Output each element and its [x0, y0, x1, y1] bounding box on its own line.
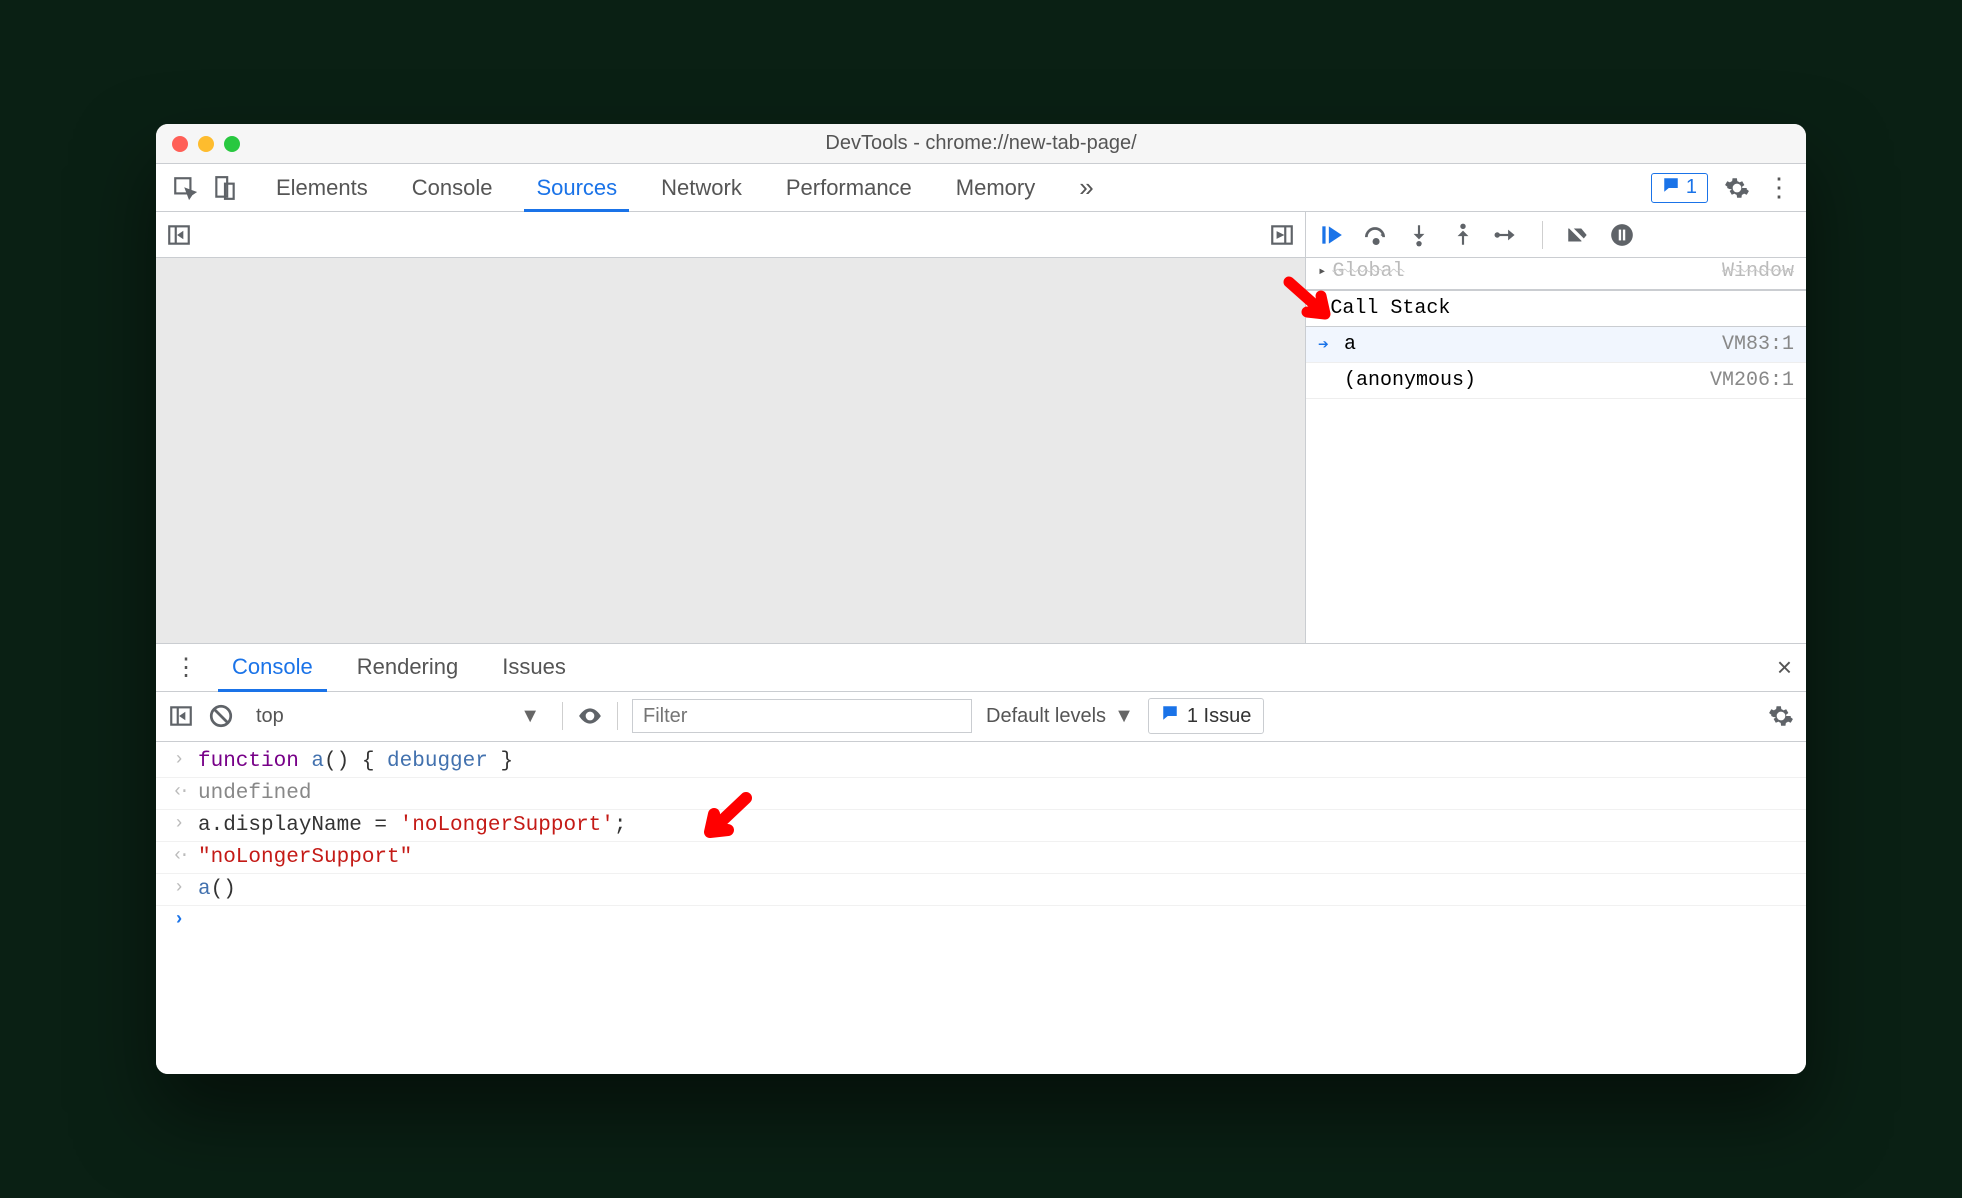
- pause-on-exceptions-icon[interactable]: [1609, 222, 1635, 248]
- call-stack-header[interactable]: ▼ Call Stack: [1306, 290, 1806, 327]
- deactivate-breakpoints-icon[interactable]: [1565, 222, 1591, 248]
- context-label: top: [256, 705, 284, 728]
- devtools-window: DevTools - chrome://new-tab-page/ Elemen…: [156, 124, 1806, 1074]
- main-tabstrip: ElementsConsoleSourcesNetworkPerformance…: [156, 164, 1806, 212]
- separator: [1542, 221, 1543, 249]
- log-levels-label: Default levels: [986, 705, 1106, 728]
- tab-memory[interactable]: Memory: [934, 164, 1057, 211]
- output-chevron-icon: ‹·: [170, 846, 188, 866]
- live-expression-eye-icon[interactable]: [577, 703, 603, 729]
- tab-console[interactable]: Console: [390, 164, 515, 211]
- more-menu-icon[interactable]: ⋮: [1766, 175, 1792, 201]
- separator: [562, 702, 563, 730]
- chevron-down-icon: ▼: [1114, 705, 1134, 728]
- annotation-arrow-code: [696, 792, 756, 852]
- separator: [617, 702, 618, 730]
- close-drawer-icon[interactable]: ×: [1777, 652, 1792, 682]
- inspect-tools: [156, 175, 254, 201]
- debugger-controls: [1306, 212, 1806, 258]
- console-row: › a(): [156, 874, 1806, 906]
- call-stack-frame[interactable]: ➔ a VM83:1: [1306, 327, 1806, 363]
- step-into-icon[interactable]: [1406, 222, 1432, 248]
- console-output[interactable]: › function a() { debugger } ‹· undefined › a.…: [156, 742, 1806, 1075]
- issues-pill[interactable]: 1 Issue: [1148, 698, 1264, 734]
- settings-gear-icon[interactable]: [1724, 175, 1750, 201]
- tab-elements[interactable]: Elements: [254, 164, 390, 211]
- console-row[interactable]: ›: [156, 906, 1806, 934]
- frame-name: (anonymous): [1344, 369, 1476, 392]
- console-row: › function a() { debugger }: [156, 746, 1806, 778]
- context-selector[interactable]: top ▼: [248, 701, 548, 732]
- input-chevron-icon: ›: [170, 878, 188, 898]
- console-text: a.displayName = 'noLongerSupport';: [198, 814, 627, 837]
- call-stack-label: Call Stack: [1330, 297, 1450, 320]
- output-chevron-icon: ‹·: [170, 782, 188, 802]
- issues-pill-label: 1 Issue: [1187, 705, 1251, 728]
- step-icon[interactable]: [1494, 222, 1520, 248]
- titlebar: DevTools - chrome://new-tab-page/: [156, 124, 1806, 164]
- console-text: undefined: [198, 782, 311, 805]
- annotation-arrow-callstack: [1281, 274, 1337, 330]
- input-chevron-icon: ›: [170, 750, 188, 770]
- scope-label: Global: [1332, 260, 1404, 283]
- tab-performance[interactable]: Performance: [764, 164, 934, 211]
- drawer-tabstrip: ⋮ ConsoleRenderingIssues ×: [156, 644, 1806, 692]
- frame-location: VM206:1: [1710, 369, 1794, 392]
- speech-bubble-icon: [1161, 704, 1179, 728]
- console-text: function a() { debugger }: [198, 750, 513, 773]
- tab-network[interactable]: Network: [639, 164, 764, 211]
- device-toolbar-icon[interactable]: [212, 175, 238, 201]
- tab-sources[interactable]: Sources: [514, 164, 639, 211]
- prompt-chevron-icon: ›: [170, 910, 188, 930]
- console-row: › a.displayName = 'noLongerSupport';: [156, 810, 1806, 842]
- scope-header[interactable]: ▸ Global Window: [1306, 258, 1806, 290]
- show-console-sidebar-icon[interactable]: [168, 703, 194, 729]
- call-stack-frame[interactable]: (anonymous) VM206:1: [1306, 363, 1806, 399]
- console-row: ‹· "noLongerSupport": [156, 842, 1806, 874]
- clear-console-icon[interactable]: [208, 703, 234, 729]
- issues-badge[interactable]: 1: [1651, 173, 1708, 203]
- tab-overflow[interactable]: »: [1057, 164, 1115, 211]
- drawer-tab-console[interactable]: Console: [210, 644, 335, 691]
- navigator-toggle-icon[interactable]: [166, 222, 192, 248]
- sources-toolbar: [156, 212, 1305, 258]
- frame-location: VM83:1: [1722, 333, 1794, 356]
- resume-script-icon[interactable]: [1318, 222, 1344, 248]
- inspect-element-icon[interactable]: [172, 175, 198, 201]
- debugger-toggle-icon[interactable]: [1269, 222, 1295, 248]
- drawer-tab-issues[interactable]: Issues: [480, 644, 588, 691]
- input-chevron-icon: ›: [170, 814, 188, 834]
- scope-value: Window: [1722, 260, 1794, 283]
- speech-bubble-icon: [1662, 176, 1680, 200]
- drawer-more-icon[interactable]: ⋮: [162, 653, 210, 682]
- chevron-down-icon: ▼: [520, 705, 540, 728]
- console-row: ‹· undefined: [156, 778, 1806, 810]
- console-toolbar: top ▼ Default levels ▼ 1 Issue: [156, 692, 1806, 742]
- drawer-tab-rendering[interactable]: Rendering: [335, 644, 481, 691]
- current-frame-arrow-icon: ➔: [1318, 334, 1336, 356]
- step-over-icon[interactable]: [1362, 222, 1388, 248]
- frame-name: a: [1344, 333, 1356, 356]
- issues-badge-count: 1: [1686, 176, 1697, 199]
- step-out-icon[interactable]: [1450, 222, 1476, 248]
- sources-pane: ▸ Global Window ▼ Call Stack ➔ a VM83:1 (an…: [156, 212, 1806, 643]
- window-title: DevTools - chrome://new-tab-page/: [156, 132, 1806, 155]
- drawer: ⋮ ConsoleRenderingIssues × top ▼: [156, 643, 1806, 1075]
- console-text: "noLongerSupport": [198, 846, 412, 869]
- console-settings-gear-icon[interactable]: [1768, 703, 1794, 729]
- log-levels-selector[interactable]: Default levels ▼: [986, 705, 1134, 728]
- console-text: a(): [198, 878, 236, 901]
- source-editor-area[interactable]: [156, 258, 1305, 643]
- debugger-sidebar: ▸ Global Window ▼ Call Stack ➔ a VM83:1 (an…: [1306, 212, 1806, 643]
- filter-input[interactable]: [632, 699, 972, 733]
